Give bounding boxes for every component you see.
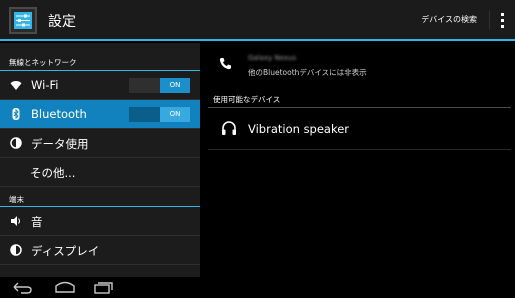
- settings-list: 無線とネットワーク Wi-Fi ON Bluetooth ON データ使用 その…: [0, 43, 200, 277]
- page-title: 設定: [48, 14, 76, 30]
- actionbar-divider: [489, 10, 490, 30]
- available-devices-header: 使用可能なデバイス: [213, 95, 281, 104]
- settings-item-label: データ使用: [31, 137, 89, 151]
- settings-item-label: ディスプレイ: [31, 244, 100, 258]
- system-nav-bar: [0, 277, 515, 298]
- settings-item-display[interactable]: ディスプレイ: [0, 236, 200, 265]
- bluetooth-icon: [12, 108, 20, 120]
- bluetooth-toggle[interactable]: ON: [129, 107, 190, 122]
- this-device-row[interactable]: Galaxy Nexus 他のBluetoothデバイスには非表示: [200, 43, 515, 85]
- section-header-wireless: 無線とネットワーク: [0, 43, 200, 71]
- settings-item-label: その他...: [30, 166, 76, 180]
- scan-devices-button[interactable]: デバイスの検索: [417, 14, 481, 25]
- display-icon: [10, 244, 22, 256]
- overflow-menu-icon[interactable]: [497, 12, 507, 29]
- settings-item-label: Bluetooth: [31, 107, 87, 121]
- wifi-icon: [10, 81, 22, 90]
- toggle-state: ON: [160, 78, 190, 93]
- device-name: Galaxy Nexus: [248, 54, 297, 62]
- headphones-icon: [222, 121, 236, 135]
- settings-item-wifi[interactable]: Wi-Fi ON: [0, 71, 200, 100]
- action-bar: 設定 デバイスの検索: [0, 0, 515, 41]
- settings-item-label: 音: [31, 215, 43, 229]
- recent-apps-icon[interactable]: [92, 280, 114, 295]
- section-header-device: 端末: [0, 187, 200, 207]
- toggle-state: ON: [160, 107, 190, 122]
- settings-item-label: Wi-Fi: [31, 78, 59, 92]
- data-usage-icon: [10, 137, 22, 149]
- device-label: Vibration speaker: [248, 122, 350, 136]
- phone-icon: [219, 58, 231, 70]
- bluetooth-detail-pane: Galaxy Nexus 他のBluetoothデバイスには非表示 使用可能なデ…: [200, 43, 515, 277]
- home-icon[interactable]: [54, 280, 76, 295]
- sound-icon: [11, 216, 20, 226]
- visibility-status: 他のBluetoothデバイスには非表示: [248, 68, 367, 77]
- settings-item-sound[interactable]: 音: [0, 207, 200, 236]
- settings-item-data-usage[interactable]: データ使用: [0, 129, 200, 158]
- settings-item-more[interactable]: その他...: [0, 158, 200, 187]
- settings-sliders-icon[interactable]: [9, 7, 37, 34]
- available-device-item[interactable]: Vibration speaker: [208, 108, 511, 150]
- settings-item-bluetooth[interactable]: Bluetooth ON: [0, 100, 200, 129]
- back-icon[interactable]: [11, 280, 33, 295]
- wifi-toggle[interactable]: ON: [129, 78, 190, 93]
